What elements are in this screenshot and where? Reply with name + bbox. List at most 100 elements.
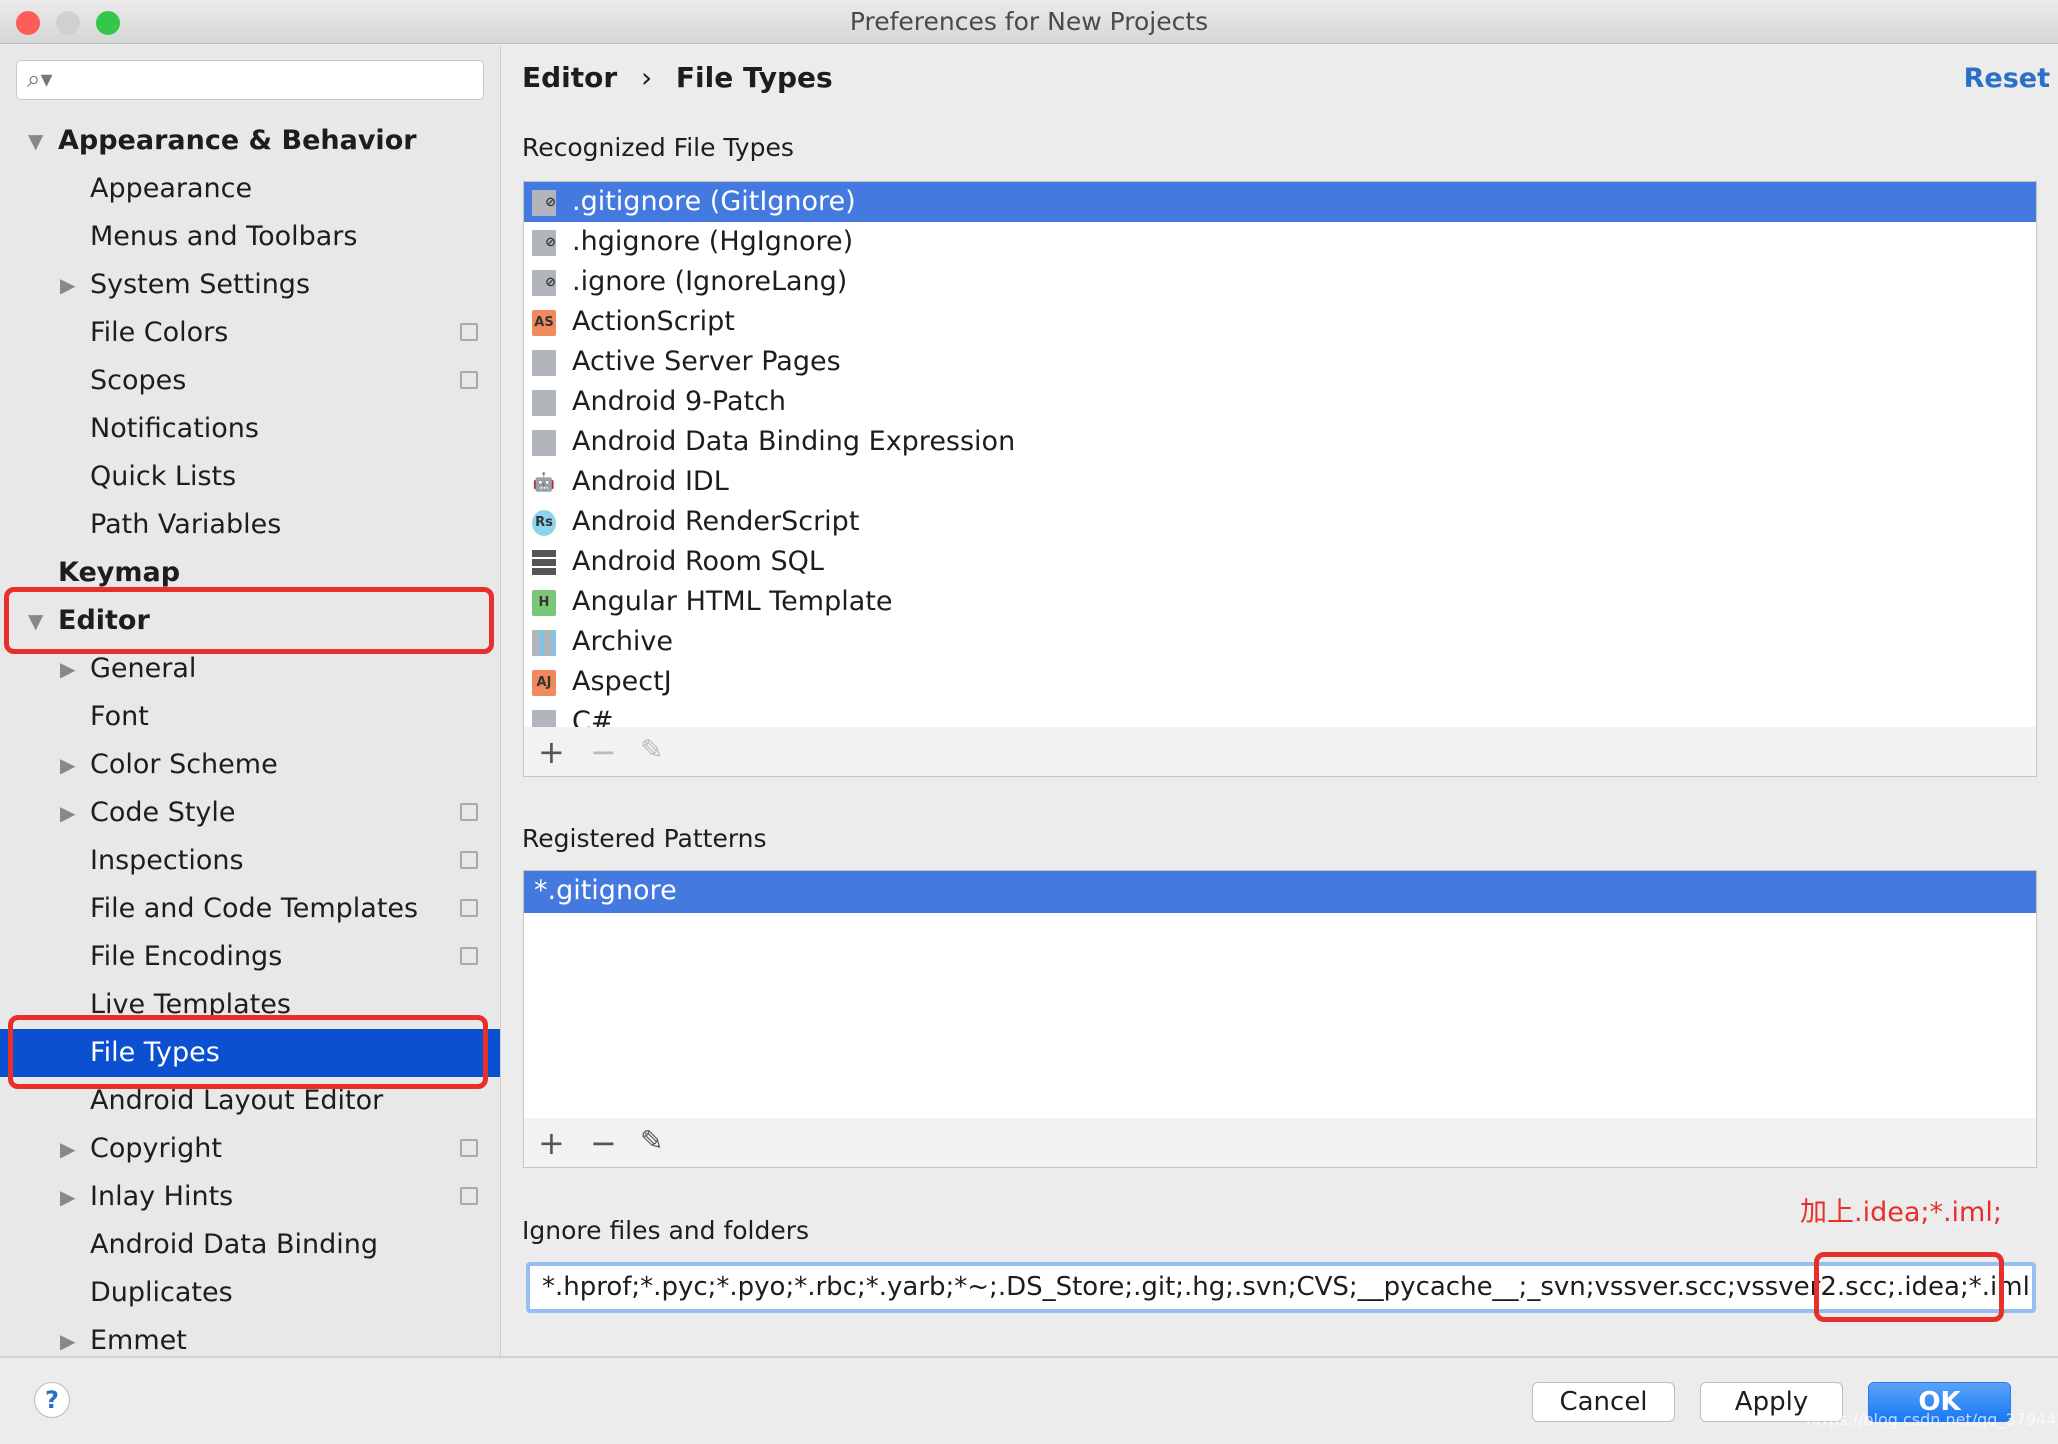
database-icon bbox=[532, 550, 556, 576]
remove-file-type-button[interactable]: − bbox=[590, 733, 617, 771]
project-scope-icon bbox=[460, 371, 478, 389]
sidebar-item-label: Quick Lists bbox=[90, 461, 237, 492]
file-type-row[interactable]: Android Data Binding Expression bbox=[524, 422, 2036, 462]
recognized-toolbar: + − ✎ bbox=[523, 727, 2037, 777]
file-type-label: Android RenderScript bbox=[572, 506, 860, 537]
html-file-icon: H bbox=[532, 590, 556, 616]
registered-patterns-label: Registered Patterns bbox=[522, 824, 781, 853]
title-bar: Preferences for New Projects bbox=[0, 0, 2058, 44]
watermark: https://blog.csdn.net/qq_37944247 bbox=[1806, 1410, 2058, 1429]
project-scope-icon bbox=[460, 1187, 478, 1205]
sidebar-item-path-variables[interactable]: Path Variables bbox=[0, 501, 500, 549]
file-type-label: Android IDL bbox=[572, 466, 729, 497]
registered-patterns-list[interactable]: *.gitignore bbox=[523, 870, 2037, 1119]
collapsed-arrow-icon[interactable]: ▶ bbox=[60, 789, 75, 837]
file-type-row[interactable]: Rs Android RenderScript bbox=[524, 502, 2036, 542]
file-type-row[interactable]: Archive bbox=[524, 622, 2036, 662]
file-type-label: C# bbox=[572, 706, 614, 728]
annotation-highlight-file-types bbox=[8, 1015, 488, 1089]
zoom-window-button[interactable] bbox=[96, 11, 120, 35]
collapsed-arrow-icon[interactable]: ▶ bbox=[60, 261, 75, 309]
collapsed-arrow-icon[interactable]: ▶ bbox=[60, 1317, 75, 1356]
file-type-row[interactable]: H Angular HTML Template bbox=[524, 582, 2036, 622]
file-type-label: Angular HTML Template bbox=[572, 586, 893, 617]
breadcrumb-parent[interactable]: Editor bbox=[522, 61, 617, 94]
file-icon bbox=[532, 710, 556, 727]
collapsed-arrow-icon[interactable]: ▶ bbox=[60, 1125, 75, 1173]
reset-button[interactable]: Reset bbox=[1964, 63, 2050, 94]
sidebar-item-scopes[interactable]: Scopes bbox=[0, 357, 500, 405]
sidebar-item-android-data-binding[interactable]: Android Data Binding bbox=[0, 1221, 500, 1269]
sidebar-item-file-encodings[interactable]: File Encodings bbox=[0, 933, 500, 981]
help-button[interactable]: ? bbox=[34, 1382, 70, 1418]
dialog-footer: ? Cancel Apply OK bbox=[0, 1356, 2058, 1444]
file-type-label: .gitignore (GitIgnore) bbox=[572, 186, 856, 217]
ignore-files-input[interactable]: *.hprof;*.pyc;*.pyo;*.rbc;*.yarb;*~;.DS_… bbox=[526, 1262, 2036, 1313]
sidebar-item-label: Code Style bbox=[90, 797, 236, 828]
sidebar-item-label: Android Data Binding bbox=[90, 1229, 379, 1260]
collapsed-arrow-icon[interactable]: ▶ bbox=[60, 1173, 75, 1221]
sidebar-item-notifications[interactable]: Notifications bbox=[0, 405, 500, 453]
settings-sidebar: ⌕▾ ▼ Appearance & Behavior Appearance Menus… bbox=[0, 45, 501, 1356]
file-types-panel: Editor › File Types Reset Recognized Fil… bbox=[502, 45, 2058, 1356]
sidebar-item-label: System Settings bbox=[90, 269, 311, 300]
search-input[interactable]: ⌕▾ bbox=[16, 60, 484, 100]
breadcrumb: Editor › File Types bbox=[522, 61, 833, 94]
project-scope-icon bbox=[460, 947, 478, 965]
sidebar-item-system-settings[interactable]: ▶ System Settings bbox=[0, 261, 500, 309]
sidebar-item-file-and-code-templates[interactable]: File and Code Templates bbox=[0, 885, 500, 933]
ignore-file-icon: ⊘ bbox=[532, 230, 556, 256]
project-scope-icon bbox=[460, 323, 478, 341]
sidebar-item-menus-and-toolbars[interactable]: Menus and Toolbars bbox=[0, 213, 500, 261]
add-file-type-button[interactable]: + bbox=[538, 733, 565, 771]
sidebar-item-color-scheme[interactable]: ▶ Color Scheme bbox=[0, 741, 500, 789]
edit-file-type-button[interactable]: ✎ bbox=[640, 733, 663, 766]
actionscript-icon: AS bbox=[532, 310, 556, 336]
file-type-row[interactable]: C# bbox=[524, 702, 2036, 728]
sidebar-item-appearance-behavior[interactable]: ▼ Appearance & Behavior bbox=[0, 117, 500, 165]
sidebar-item-label: File Colors bbox=[90, 317, 229, 348]
file-type-label: AspectJ bbox=[572, 666, 672, 697]
sidebar-item-label: Emmet bbox=[90, 1325, 187, 1356]
ignore-file-icon: ⊘ bbox=[532, 190, 556, 216]
remove-pattern-button[interactable]: − bbox=[590, 1124, 617, 1162]
recognized-file-types-list[interactable]: ⊘ .gitignore (GitIgnore) ⊘ .hgignore (HgIgn… bbox=[523, 181, 2037, 728]
file-type-row[interactable]: Android 9-Patch bbox=[524, 382, 2036, 422]
sidebar-item-code-style[interactable]: ▶ Code Style bbox=[0, 789, 500, 837]
edit-pattern-button[interactable]: ✎ bbox=[640, 1124, 663, 1157]
aspectj-icon: AJ bbox=[532, 670, 556, 696]
sidebar-item-emmet[interactable]: ▶ Emmet bbox=[0, 1317, 500, 1356]
file-type-label: ActionScript bbox=[572, 306, 735, 337]
sidebar-item-label: Inspections bbox=[90, 845, 244, 876]
file-type-label: Android Data Binding Expression bbox=[572, 426, 1016, 457]
collapsed-arrow-icon[interactable]: ▶ bbox=[60, 741, 75, 789]
close-window-button[interactable] bbox=[16, 11, 40, 35]
sidebar-item-duplicates[interactable]: Duplicates bbox=[0, 1269, 500, 1317]
sidebar-item-inlay-hints[interactable]: ▶ Inlay Hints bbox=[0, 1173, 500, 1221]
add-pattern-button[interactable]: + bbox=[538, 1124, 565, 1162]
file-type-row[interactable]: AJ AspectJ bbox=[524, 662, 2036, 702]
file-type-row[interactable]: AS ActionScript bbox=[524, 302, 2036, 342]
minimize-window-button[interactable] bbox=[56, 11, 80, 35]
project-scope-icon bbox=[460, 803, 478, 821]
file-type-row[interactable]: ⊘ .hgignore (HgIgnore) bbox=[524, 222, 2036, 262]
ignore-files-label: Ignore files and folders bbox=[522, 1216, 823, 1245]
file-type-row[interactable]: Android Room SQL bbox=[524, 542, 2036, 582]
sidebar-item-inspections[interactable]: Inspections bbox=[0, 837, 500, 885]
file-type-row[interactable]: ⊘ .ignore (IgnoreLang) bbox=[524, 262, 2036, 302]
expanded-arrow-icon[interactable]: ▼ bbox=[28, 117, 43, 165]
cancel-button[interactable]: Cancel bbox=[1532, 1382, 1675, 1422]
sidebar-item-label: Inlay Hints bbox=[90, 1181, 234, 1212]
project-scope-icon bbox=[460, 899, 478, 917]
sidebar-item-appearance[interactable]: Appearance bbox=[0, 165, 500, 213]
pattern-row[interactable]: *.gitignore bbox=[524, 871, 2036, 913]
file-type-row[interactable]: 🤖 Android IDL bbox=[524, 462, 2036, 502]
sidebar-item-font[interactable]: Font bbox=[0, 693, 500, 741]
sidebar-item-label: Path Variables bbox=[90, 509, 282, 540]
sidebar-item-copyright[interactable]: ▶ Copyright bbox=[0, 1125, 500, 1173]
file-type-row[interactable]: Active Server Pages bbox=[524, 342, 2036, 382]
file-type-label: Active Server Pages bbox=[572, 346, 841, 377]
file-type-row[interactable]: ⊘ .gitignore (GitIgnore) bbox=[524, 182, 2036, 222]
sidebar-item-quick-lists[interactable]: Quick Lists bbox=[0, 453, 500, 501]
sidebar-item-file-colors[interactable]: File Colors bbox=[0, 309, 500, 357]
